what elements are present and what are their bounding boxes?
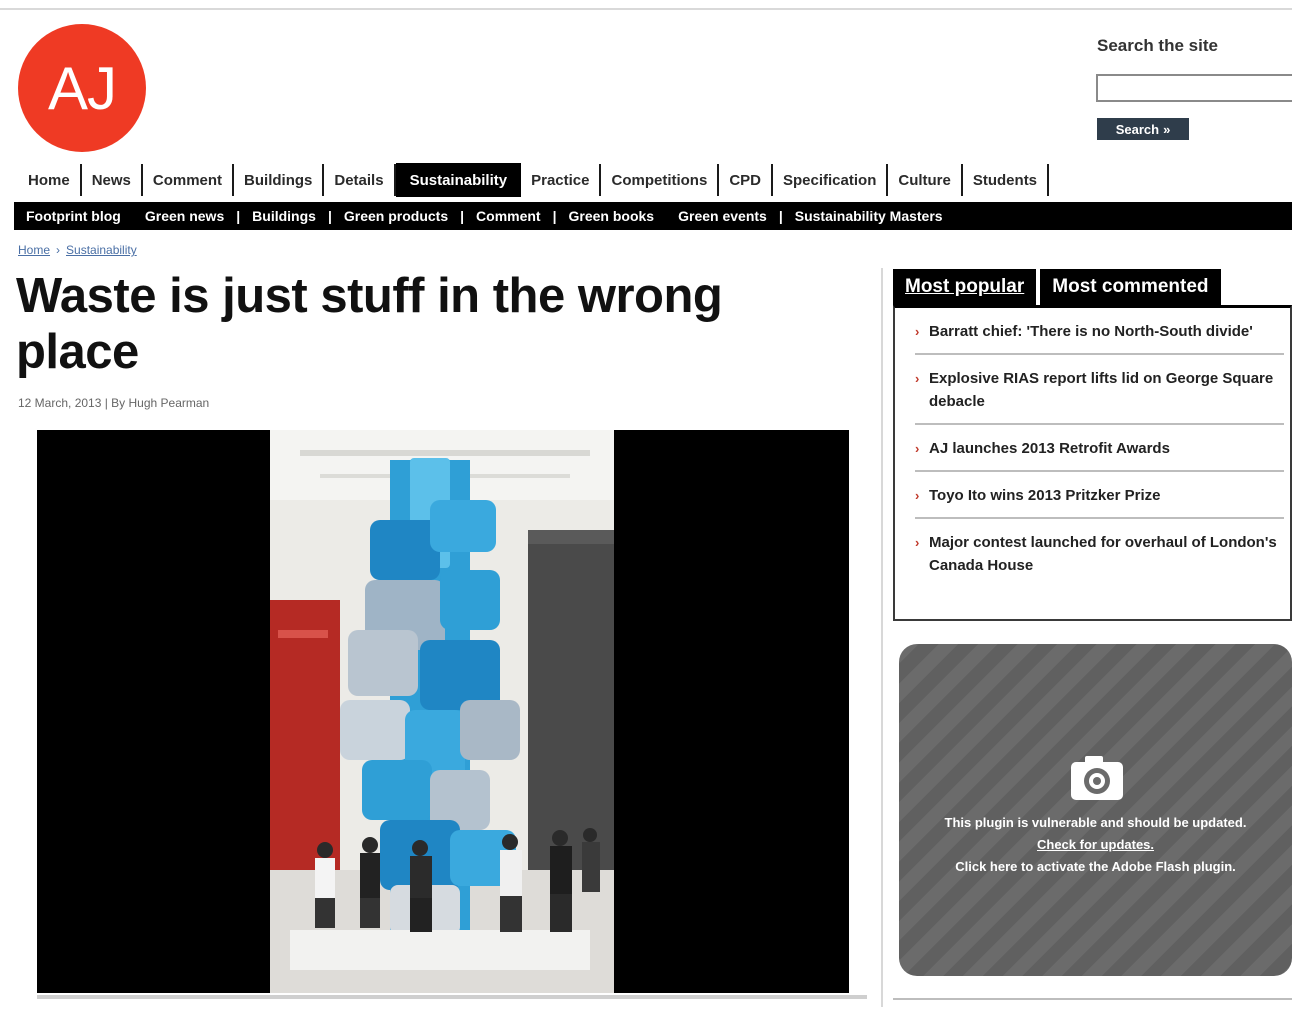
- list-item-label: Major contest launched for overhaul of L…: [929, 534, 1277, 574]
- check-updates-link[interactable]: Check for updates.: [899, 834, 1292, 856]
- bullet-icon: ›: [915, 488, 920, 503]
- list-item-label: AJ launches 2013 Retrofit Awards: [929, 440, 1170, 457]
- nav-item-home[interactable]: Home: [18, 164, 82, 196]
- subnav-item-footprint-blog[interactable]: Footprint blog: [14, 208, 133, 224]
- list-item[interactable]: › AJ launches 2013 Retrofit Awards: [915, 425, 1284, 472]
- nav-item-practice[interactable]: Practice: [521, 164, 602, 196]
- article-title: Waste is just stuff in the wrong place: [16, 269, 723, 379]
- flash-plugin-placeholder[interactable]: This plugin is vulnerable and should be …: [899, 644, 1292, 976]
- search-arrow-icon: »: [1163, 121, 1171, 137]
- search-input[interactable]: [1096, 74, 1292, 102]
- nav-item-comment[interactable]: Comment: [143, 164, 235, 196]
- breadcrumb: Home › Sustainability: [18, 243, 137, 257]
- sidebar-divider: [881, 268, 883, 1007]
- camera-icon: [1071, 756, 1123, 805]
- article-photo: [270, 430, 614, 993]
- nav-item-details[interactable]: Details: [324, 164, 396, 196]
- search-button-label: Search: [1115, 121, 1160, 137]
- top-rule: [0, 8, 1292, 10]
- plugin-message: This plugin is vulnerable and should be …: [899, 812, 1292, 878]
- nav-item-news[interactable]: News: [82, 164, 143, 196]
- breadcrumb-home[interactable]: Home: [18, 243, 50, 257]
- article-byline: 12 March, 2013 | By Hugh Pearman: [18, 396, 210, 410]
- most-popular-panel: › Barratt chief: 'There is no North-South…: [893, 305, 1292, 621]
- aj-logo[interactable]: AJ: [18, 24, 146, 152]
- article-image-frame: [37, 430, 849, 993]
- subnav-item-buildings[interactable]: Buildings: [240, 208, 328, 224]
- nav-item-specification[interactable]: Specification: [773, 164, 889, 196]
- subnav-item-sustainability-masters[interactable]: Sustainability Masters: [783, 208, 955, 224]
- nav-item-culture[interactable]: Culture: [888, 164, 963, 196]
- list-item-label: Barratt chief: 'There is no North-South …: [929, 323, 1253, 340]
- plugin-warning: This plugin is vulnerable and should be …: [944, 815, 1247, 830]
- bullet-icon: ›: [915, 371, 920, 386]
- logo-text: AJ: [47, 54, 117, 122]
- bullet-icon: ›: [915, 535, 920, 550]
- subnav-item-green-books[interactable]: Green books: [557, 208, 667, 224]
- nav-item-cpd[interactable]: CPD: [719, 164, 773, 196]
- article-divider: [37, 995, 867, 999]
- nav-item-buildings[interactable]: Buildings: [234, 164, 325, 196]
- sub-nav: Footprint blog Green news | Buildings | …: [14, 202, 1292, 230]
- list-item[interactable]: › Major contest launched for overhaul of …: [915, 519, 1284, 587]
- list-item[interactable]: › Toyo Ito wins 2013 Pritzker Prize: [915, 472, 1284, 519]
- breadcrumb-current[interactable]: Sustainability: [66, 243, 137, 257]
- search-label: Search the site: [1097, 36, 1218, 55]
- sidebar-tabs: Most popular Most commented: [893, 269, 1221, 305]
- subnav-item-comment[interactable]: Comment: [464, 208, 553, 224]
- list-item-label: Explosive RIAS report lifts lid on Georg…: [929, 370, 1274, 410]
- subnav-item-green-products[interactable]: Green products: [332, 208, 460, 224]
- tab-most-popular[interactable]: Most popular: [893, 269, 1037, 305]
- bullet-icon: ›: [915, 324, 920, 339]
- search-button[interactable]: Search»: [1097, 118, 1189, 140]
- list-item-label: Toyo Ito wins 2013 Pritzker Prize: [929, 487, 1161, 504]
- subnav-item-green-events[interactable]: Green events: [666, 208, 779, 224]
- nav-item-sustainability[interactable]: Sustainability: [395, 163, 522, 197]
- most-popular-list: › Barratt chief: 'There is no North-South…: [895, 308, 1290, 587]
- activate-plugin-text[interactable]: Click here to activate the Adobe Flash p…: [899, 856, 1292, 878]
- breadcrumb-separator: ›: [56, 243, 61, 257]
- subnav-item-green-news[interactable]: Green news: [133, 208, 236, 224]
- nav-item-competitions[interactable]: Competitions: [601, 164, 720, 196]
- sidebar-bottom-rule: [893, 998, 1292, 1009]
- list-item[interactable]: › Explosive RIAS report lifts lid on Geor…: [915, 355, 1284, 425]
- tab-most-commented[interactable]: Most commented: [1040, 269, 1221, 305]
- list-item[interactable]: › Barratt chief: 'There is no North-South…: [915, 308, 1284, 355]
- bullet-icon: ›: [915, 441, 920, 456]
- tower-sculpture-image: [270, 430, 614, 993]
- main-nav: Home News Comment Buildings Details Sust…: [18, 163, 1050, 197]
- nav-item-students[interactable]: Students: [963, 164, 1050, 196]
